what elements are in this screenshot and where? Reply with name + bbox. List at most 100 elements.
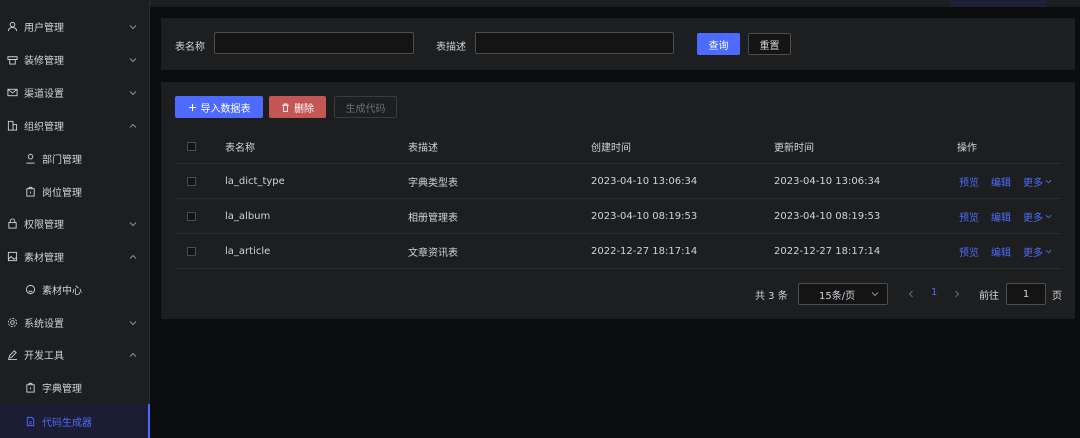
preview-link[interactable]: 预览 [959,178,979,189]
sidebar-item-label: 岗位管理 [42,188,82,199]
import-table-label: 导入数据表 [200,103,251,115]
cell-updated-time: 2023-04-10 13:06:34 [774,175,881,187]
sidebar-item-department-management[interactable]: 部门管理 [0,142,150,175]
cell-created-time: 2023-04-10 08:19:53 [591,210,698,222]
gear-icon [6,317,18,329]
delete-label: 删除 [294,103,314,115]
data-table: 表名称 表描述 创建时间 更新时间 操作 la_dict_type 字典类型表 … [175,130,1061,269]
sidebar: 用户管理 装修管理 渠道设置 组织管理 部门管理 岗位管理 权限管理 素材管理 … [0,0,150,438]
preview-link[interactable]: 预览 [959,213,979,224]
table-row: la_album 相册管理表 2023-04-10 08:19:53 2023-… [175,199,1061,234]
sidebar-item-label: 开发工具 [24,351,64,362]
cell-actions: 预览 编辑 更多 [959,209,1052,224]
header-created-time: 创建时间 [591,143,631,154]
sidebar-item-dictionary-management[interactable]: 字典管理 [0,371,150,404]
sidebar-item-user-management[interactable]: 用户管理 [0,10,150,43]
search-form: 表名称 表描述 查询 重置 [161,18,1075,70]
row-checkbox[interactable] [187,176,196,186]
more-dropdown[interactable]: 更多 [1023,244,1052,259]
chevron-down-icon [128,318,138,328]
more-dropdown[interactable]: 更多 [1023,209,1052,224]
briefcase-icon [24,186,36,198]
cell-actions: 预览 编辑 更多 [959,244,1052,259]
goto-page-input[interactable] [1006,283,1046,305]
cell-created-time: 2022-12-27 18:17:14 [591,245,698,257]
sidebar-item-decoration-management[interactable]: 装修管理 [0,43,150,76]
top-bar-accent [950,0,1046,7]
sidebar-item-label: 装修管理 [24,56,64,67]
lock-icon [6,218,18,230]
table-row: la_article 文章资讯表 2022-12-27 18:17:14 202… [175,234,1061,269]
more-label: 更多 [1023,247,1043,259]
chevron-down-icon [128,55,138,65]
chevron-right-icon [955,290,960,298]
sidebar-item-system-settings[interactable]: 系统设置 [0,306,150,339]
edit-link[interactable]: 编辑 [991,248,1011,259]
more-label: 更多 [1023,177,1043,189]
chevron-down-icon [128,22,138,32]
briefcase-icon [24,382,36,394]
sidebar-item-label: 代码生成器 [42,417,92,429]
cell-table-name: la_album [225,210,271,222]
edit-icon [6,349,18,361]
sidebar-item-organization-management[interactable]: 组织管理 [0,109,150,142]
table-header-row: 表名称 表描述 创建时间 更新时间 操作 [175,130,1061,164]
document-icon [24,415,36,427]
delete-button[interactable]: 删除 [269,96,326,118]
image-icon [6,251,18,263]
page-number-current[interactable]: 1 [931,287,937,298]
cell-table-desc: 文章资讯表 [408,247,458,259]
cell-created-time: 2023-04-10 13:06:34 [591,175,698,187]
sidebar-item-label: 素材中心 [42,286,82,297]
sidebar-item-dev-tools[interactable]: 开发工具 [0,338,150,371]
chevron-down-icon [1045,249,1052,253]
table-name-input[interactable] [214,32,414,54]
generate-code-button[interactable]: 生成代码 [334,96,397,118]
user-icon [24,153,36,165]
table-desc-input[interactable] [475,32,674,54]
edit-link[interactable]: 编辑 [991,178,1011,189]
cell-actions: 预览 编辑 更多 [959,174,1052,189]
preview-link[interactable]: 预览 [959,248,979,259]
row-checkbox[interactable] [187,246,196,256]
row-checkbox[interactable] [187,211,196,221]
user-icon [6,21,18,33]
edit-link[interactable]: 编辑 [991,213,1011,224]
sidebar-item-label: 系统设置 [24,319,64,330]
page-size-select[interactable]: 15条/页 [798,283,888,305]
cell-table-desc: 字典类型表 [408,177,458,189]
reset-button[interactable]: 重置 [748,33,791,55]
sidebar-item-code-generator[interactable]: 代码生成器 [0,404,150,438]
header-updated-time: 更新时间 [774,143,814,154]
table-card: 导入数据表 删除 生成代码 表名称 表描述 创建时间 更新时间 操作 la_di… [161,82,1075,319]
import-table-button[interactable]: 导入数据表 [175,96,263,118]
query-button[interactable]: 查询 [697,33,740,55]
sidebar-item-permission-management[interactable]: 权限管理 [0,207,150,240]
chevron-down-icon [1045,179,1052,183]
page-size-value: 15条/页 [819,290,856,302]
app-root: 用户管理 装修管理 渠道设置 组织管理 部门管理 岗位管理 权限管理 素材管理 … [0,0,1080,438]
sidebar-item-channel-settings[interactable]: 渠道设置 [0,76,150,109]
sidebar-item-label: 渠道设置 [24,89,64,100]
plus-icon [188,103,196,111]
sidebar-item-material-management[interactable]: 素材管理 [0,240,150,273]
select-all-checkbox[interactable] [187,142,196,151]
trash-icon [282,102,289,112]
chevron-down-icon [128,219,138,229]
sidebar-item-material-center[interactable]: 素材中心 [0,273,150,306]
sidebar-item-label: 权限管理 [24,220,64,231]
header-table-name: 表名称 [225,143,255,154]
table-row: la_dict_type 字典类型表 2023-04-10 13:06:34 2… [175,164,1061,199]
page-suffix-label: 页 [1052,291,1062,302]
more-dropdown[interactable]: 更多 [1023,174,1052,189]
prev-page-button[interactable] [907,289,915,299]
more-label: 更多 [1023,212,1043,224]
chevron-left-icon [908,290,913,298]
cell-updated-time: 2023-04-10 08:19:53 [774,210,881,222]
chevron-down-icon [128,88,138,98]
mail-icon [6,87,18,99]
sidebar-item-label: 组织管理 [24,122,64,133]
next-page-button[interactable] [953,289,961,299]
sidebar-item-position-management[interactable]: 岗位管理 [0,175,150,208]
cell-table-desc: 相册管理表 [408,212,458,224]
